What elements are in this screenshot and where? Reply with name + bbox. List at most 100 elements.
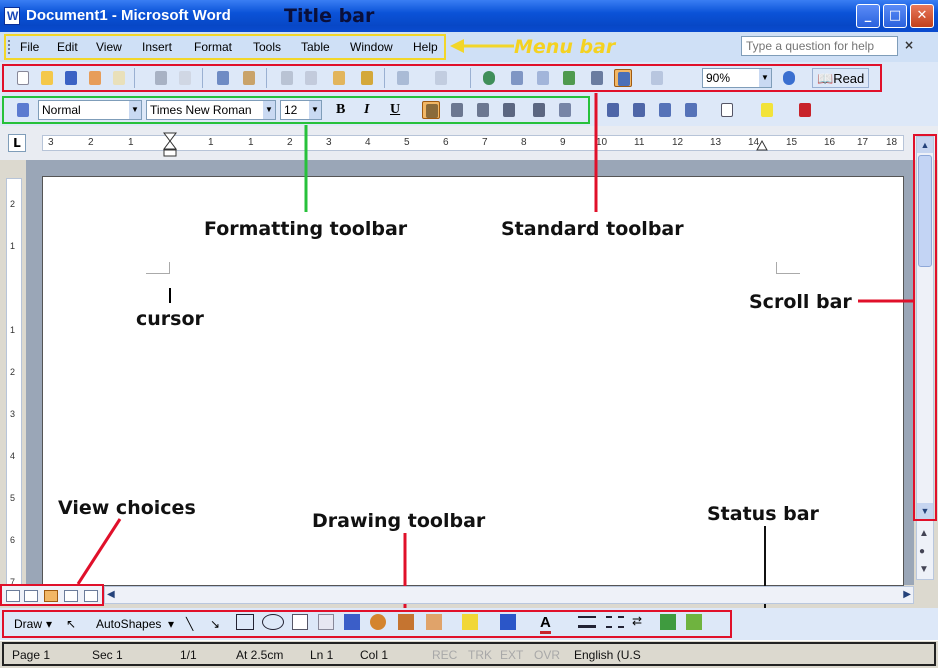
fill-color-icon[interactable]	[462, 614, 478, 630]
save-icon[interactable]	[62, 69, 80, 87]
help-close-icon[interactable]: ×	[904, 38, 914, 52]
menu-edit[interactable]: Edit	[57, 40, 78, 54]
indent-marker-icon[interactable]	[163, 132, 177, 158]
minimize-button[interactable]: _	[856, 4, 880, 28]
menu-view[interactable]: View	[96, 40, 122, 54]
scroll-left-icon[interactable]: ◀	[107, 589, 115, 600]
decrease-indent-icon[interactable]	[656, 101, 674, 119]
status-rec[interactable]: REC	[432, 648, 457, 662]
copy-icon[interactable]	[302, 69, 320, 87]
wordart-icon[interactable]	[344, 614, 360, 630]
vertical-text-box-icon[interactable]	[318, 614, 334, 630]
insert-table-icon[interactable]	[534, 69, 552, 87]
style-combo[interactable]: Normal ▼	[38, 100, 142, 120]
status-trk[interactable]: TRK	[468, 648, 492, 662]
print-preview-icon[interactable]	[176, 69, 194, 87]
arrow-tool-icon[interactable]: ↘	[210, 617, 220, 631]
document-map-icon[interactable]	[648, 69, 666, 87]
menu-window[interactable]: Window	[350, 40, 393, 54]
print-icon[interactable]	[152, 69, 170, 87]
hyperlink-icon[interactable]	[480, 69, 498, 87]
distributed-icon[interactable]	[530, 101, 548, 119]
menu-format[interactable]: Format	[194, 40, 232, 54]
shadow-style-icon[interactable]	[660, 614, 676, 630]
help-search-input[interactable]	[741, 36, 898, 56]
border-icon[interactable]	[718, 101, 736, 119]
status-ext[interactable]: EXT	[500, 648, 523, 662]
chevron-down-icon[interactable]: ▾	[168, 617, 174, 631]
paste-icon[interactable]	[330, 69, 348, 87]
menu-table[interactable]: Table	[301, 40, 330, 54]
close-button[interactable]: ✕	[910, 4, 934, 28]
styles-formatting-icon[interactable]	[14, 101, 32, 119]
select-objects-icon[interactable]: ↖	[66, 617, 76, 631]
clip-art-icon[interactable]	[398, 614, 414, 630]
maximize-button[interactable]: □	[883, 4, 907, 28]
font-combo[interactable]: Times New Roman ▼	[146, 100, 276, 120]
horizontal-scrollbar[interactable]: ◀ ▶	[104, 586, 914, 604]
scroll-right-icon[interactable]: ▶	[903, 589, 911, 600]
menu-help[interactable]: Help	[413, 40, 438, 54]
3d-style-icon[interactable]	[686, 614, 702, 630]
font-color-icon[interactable]: A	[540, 614, 551, 634]
permission-icon[interactable]	[86, 69, 104, 87]
columns-icon[interactable]	[588, 69, 606, 87]
drawing-icon[interactable]	[614, 69, 632, 87]
font-color-icon[interactable]	[796, 101, 814, 119]
rectangle-tool-icon[interactable]	[236, 614, 254, 630]
word-app-icon[interactable]	[4, 7, 20, 25]
align-right-icon[interactable]	[474, 101, 492, 119]
line-style-icon[interactable]	[578, 616, 596, 628]
align-left-icon[interactable]	[422, 101, 440, 119]
vertical-ruler[interactable]: 2 1 1 2 3 4 5 6 7	[6, 178, 22, 598]
redo-icon[interactable]	[432, 69, 450, 87]
chevron-down-icon[interactable]: ▾	[46, 617, 52, 631]
bold-button[interactable]: B	[336, 102, 345, 118]
bullets-icon[interactable]	[630, 101, 648, 119]
align-center-icon[interactable]	[448, 101, 466, 119]
oval-tool-icon[interactable]	[262, 614, 284, 630]
research-icon[interactable]	[240, 69, 258, 87]
autoshapes-menu-button[interactable]: AutoShapes	[96, 617, 161, 631]
increase-indent-icon[interactable]	[682, 101, 700, 119]
draw-menu-button[interactable]: Draw	[14, 617, 42, 631]
line-spacing-icon[interactable]	[556, 101, 574, 119]
menu-file[interactable]: File	[20, 40, 39, 54]
reading-layout-icon[interactable]	[84, 590, 98, 602]
tab-selector[interactable]: L	[8, 134, 26, 152]
email-icon[interactable]	[110, 69, 128, 87]
zoom-combo[interactable]: 90% ▼	[702, 68, 772, 88]
read-button[interactable]: 📖Read	[812, 68, 870, 88]
menu-grip[interactable]	[8, 40, 11, 54]
tables-borders-icon[interactable]	[508, 69, 526, 87]
help-icon[interactable]	[780, 69, 798, 87]
next-page-icon[interactable]: ▼	[919, 564, 929, 575]
new-document-icon[interactable]	[14, 69, 32, 87]
justify-icon[interactable]	[500, 101, 518, 119]
status-ovr[interactable]: OVR	[534, 648, 560, 662]
previous-page-icon[interactable]: ▲	[919, 528, 929, 539]
select-browse-object-icon[interactable]: ●	[919, 546, 925, 557]
diagram-icon[interactable]	[370, 614, 386, 630]
line-color-icon[interactable]	[500, 614, 516, 630]
arrow-style-icon[interactable]: ⇄	[632, 614, 642, 628]
web-layout-icon[interactable]	[24, 590, 38, 602]
cut-icon[interactable]	[278, 69, 296, 87]
right-indent-marker-icon[interactable]	[756, 138, 768, 152]
menu-insert[interactable]: Insert	[142, 40, 172, 54]
print-layout-icon[interactable]	[44, 590, 58, 602]
numbering-icon[interactable]	[604, 101, 622, 119]
highlight-icon[interactable]	[758, 101, 776, 119]
outline-view-icon[interactable]	[64, 590, 78, 602]
text-box-icon[interactable]	[292, 614, 308, 630]
format-painter-icon[interactable]	[358, 69, 376, 87]
spelling-icon[interactable]	[214, 69, 232, 87]
normal-view-icon[interactable]	[6, 590, 20, 602]
open-folder-icon[interactable]	[38, 69, 56, 87]
undo-icon[interactable]	[394, 69, 412, 87]
underline-button[interactable]: U	[390, 102, 400, 118]
line-tool-icon[interactable]: ╲	[186, 617, 193, 631]
menu-tools[interactable]: Tools	[253, 40, 281, 54]
italic-button[interactable]: I	[364, 102, 369, 118]
dash-style-icon[interactable]	[606, 616, 624, 628]
